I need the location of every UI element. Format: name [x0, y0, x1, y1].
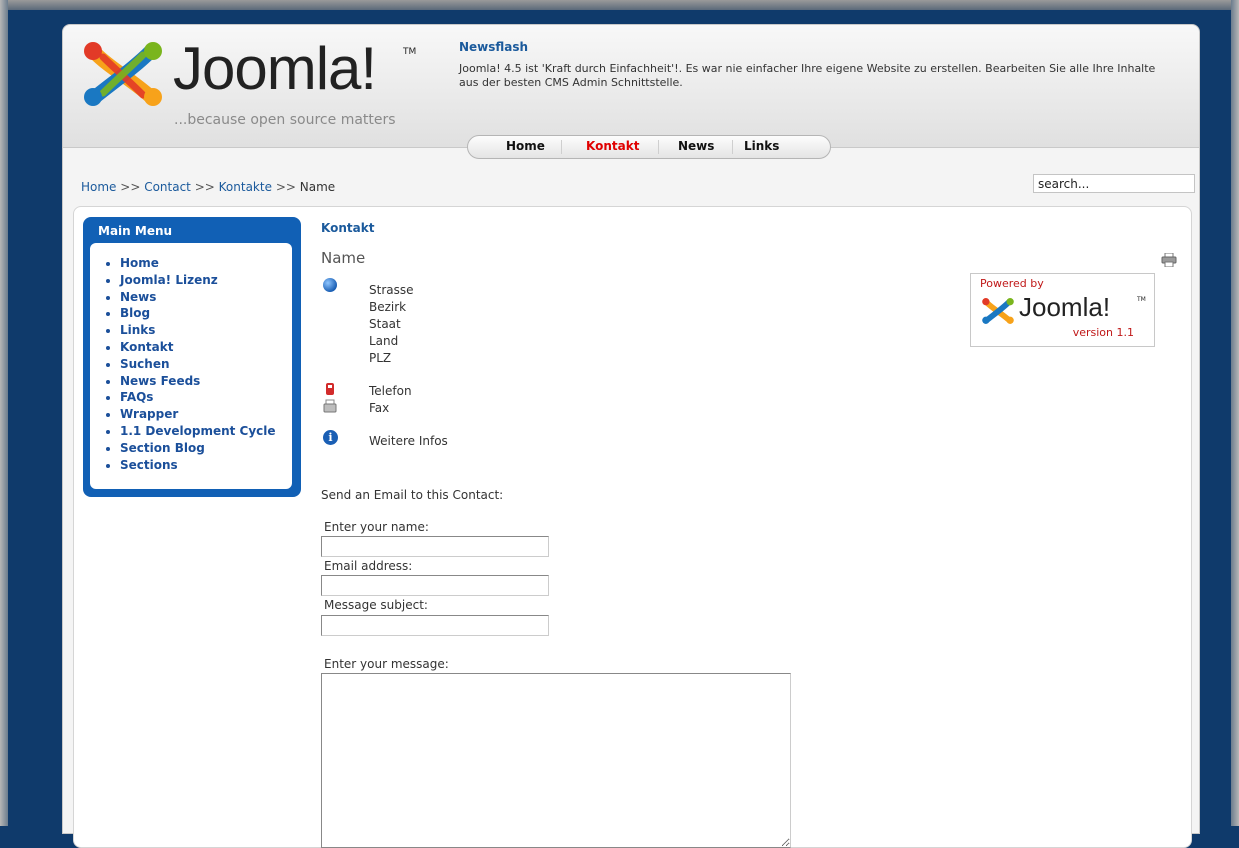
topnav-home[interactable]: Home: [506, 139, 545, 153]
message-textarea[interactable]: [321, 673, 791, 848]
page-container: Joomla! TM ...because open source matter…: [62, 24, 1200, 848]
powered-brand: Joomla!: [1019, 292, 1111, 322]
email-form-intro: Send an Email to this Contact:: [321, 488, 504, 502]
header: Joomla! TM ...because open source matter…: [63, 25, 1199, 159]
telefon-label: Telefon: [369, 384, 412, 398]
subject-input[interactable]: [321, 615, 549, 636]
menu-item-label[interactable]: Links: [120, 323, 155, 337]
topnav-kontakt[interactable]: Kontakt: [586, 139, 639, 153]
breadcrumb-kontakte[interactable]: Kontakte: [219, 180, 272, 194]
menu-item-news-feeds[interactable]: News Feeds: [120, 373, 276, 390]
window-frame-top: [0, 0, 1239, 10]
email-label: Email address:: [324, 559, 413, 573]
powered-version: version 1.1: [1072, 326, 1134, 339]
menu-item-label[interactable]: Kontakt: [120, 340, 173, 354]
menu-item-faqs[interactable]: FAQs: [120, 389, 276, 406]
menu-item-label[interactable]: News: [120, 290, 156, 304]
logo-text: Joomla!: [173, 35, 377, 102]
powered-by-label: Powered by: [980, 277, 1044, 290]
menu-item-kontakt[interactable]: Kontakt: [120, 339, 276, 356]
menu-item-label[interactable]: 1.1 Development Cycle: [120, 424, 276, 438]
subject-label: Message subject:: [324, 598, 428, 612]
name-label: Enter your name:: [324, 520, 429, 534]
address-district: Bezirk: [369, 300, 407, 314]
main-menu-list: Home Joomla! Lizenz News Blog Links Kont…: [90, 255, 276, 473]
powered-trademark: TM: [1137, 296, 1146, 303]
email-input[interactable]: [321, 575, 549, 596]
message-label: Enter your message:: [324, 657, 449, 671]
breadcrumb-current: Name: [299, 180, 336, 194]
breadcrumb-contact[interactable]: Contact: [144, 180, 191, 194]
menu-item-label[interactable]: Suchen: [120, 357, 170, 371]
logo-tagline: ...because open source matters: [174, 112, 396, 128]
logo-trademark: TM: [403, 47, 417, 57]
contact-name: Name: [321, 249, 366, 267]
window-frame-left: [0, 0, 8, 826]
menu-item-lizenz[interactable]: Joomla! Lizenz: [120, 272, 276, 289]
address-state: Staat: [369, 317, 401, 331]
menu-item-label[interactable]: Wrapper: [120, 407, 178, 421]
fax-label: Fax: [369, 401, 390, 415]
search-input[interactable]: [1033, 174, 1195, 193]
menu-item-blog[interactable]: Blog: [120, 305, 276, 322]
menu-item-links[interactable]: Links: [120, 322, 276, 339]
menu-item-label[interactable]: FAQs: [120, 390, 153, 404]
phone-icon: [326, 383, 334, 395]
menu-item-label[interactable]: Sections: [120, 458, 178, 472]
menu-item-section-blog[interactable]: Section Blog: [120, 440, 276, 457]
menu-item-dev-cycle[interactable]: 1.1 Development Cycle: [120, 423, 276, 440]
weitere-infos-label: Weitere Infos: [369, 434, 448, 448]
fax-icon: [323, 399, 337, 413]
name-input[interactable]: [321, 536, 549, 557]
newsflash-text: Joomla! 4.5 ist 'Kraft durch Einfachheit…: [459, 62, 1156, 89]
topnav-divider: [732, 140, 733, 154]
topnav-links[interactable]: Links: [744, 139, 779, 153]
main-menu-list-box: Home Joomla! Lizenz News Blog Links Kont…: [90, 243, 292, 489]
topnav-news[interactable]: News: [678, 139, 714, 153]
content-area: Main Menu Home Joomla! Lizenz News Blog …: [73, 206, 1192, 848]
address-street: Strasse: [369, 283, 414, 297]
menu-item-label[interactable]: News Feeds: [120, 374, 200, 388]
breadcrumb-separator: >>: [120, 180, 141, 194]
breadcrumb-home[interactable]: Home: [81, 180, 116, 194]
globe-icon: [323, 278, 337, 292]
menu-item-suchen[interactable]: Suchen: [120, 356, 276, 373]
breadcrumb: Home >> Contact >> Kontakte >> Name: [81, 180, 335, 194]
breadcrumb-separator: >>: [275, 180, 296, 194]
main-menu: Main Menu Home Joomla! Lizenz News Blog …: [83, 217, 301, 497]
menu-item-home[interactable]: Home: [120, 255, 276, 272]
menu-item-label[interactable]: Section Blog: [120, 441, 205, 455]
menu-item-wrapper[interactable]: Wrapper: [120, 406, 276, 423]
menu-item-label[interactable]: Home: [120, 256, 159, 270]
menu-item-label[interactable]: Joomla! Lizenz: [120, 273, 218, 287]
joomla-logo-icon: [84, 42, 162, 106]
address-block: Strasse Bezirk Staat Land PLZ: [369, 282, 414, 367]
address-country: Land: [369, 334, 399, 348]
newsflash-title: Newsflash: [459, 40, 529, 54]
print-icon[interactable]: [1161, 253, 1177, 267]
main-menu-title: Main Menu: [98, 224, 173, 238]
top-navigation: Home Kontakt News Links: [467, 135, 831, 159]
address-postcode: PLZ: [369, 351, 392, 365]
section-title: Kontakt: [321, 221, 375, 235]
powered-by-badge[interactable]: Powered by Joomla! TM version 1.1: [970, 273, 1155, 347]
window-frame-right: [1231, 0, 1239, 826]
breadcrumb-separator: >>: [194, 180, 215, 194]
topnav-divider: [658, 140, 659, 154]
info-icon: i: [323, 430, 338, 445]
menu-item-label[interactable]: Blog: [120, 306, 150, 320]
site-logo[interactable]: Joomla! TM ...because open source matter…: [81, 35, 441, 128]
joomla-logo-icon: [982, 298, 1014, 324]
menu-item-news[interactable]: News: [120, 289, 276, 306]
topnav-divider: [561, 140, 562, 154]
menu-item-sections[interactable]: Sections: [120, 457, 276, 474]
